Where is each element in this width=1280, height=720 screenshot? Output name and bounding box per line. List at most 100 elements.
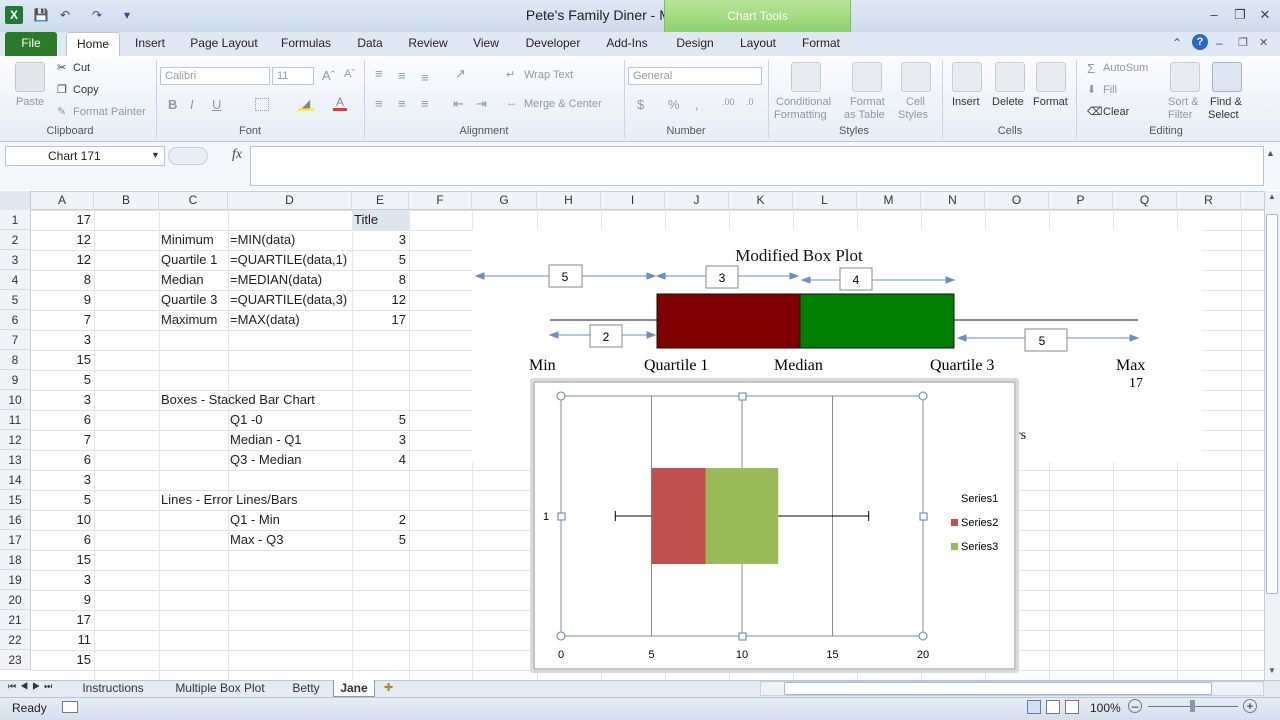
tab-developer[interactable]: Developer <box>520 32 586 56</box>
font-color-icon[interactable]: A <box>333 95 347 111</box>
column-header-i[interactable]: I <box>601 191 665 210</box>
row-header-8[interactable]: 8 <box>0 350 31 370</box>
cell-styles-icon[interactable] <box>901 62 931 92</box>
cell-e3[interactable]: 5 <box>352 250 409 270</box>
column-header-e[interactable]: E <box>352 191 409 210</box>
clear-button[interactable]: Clear <box>1103 106 1129 118</box>
tab-formulas[interactable]: Formulas <box>274 32 338 56</box>
column-header-m[interactable]: M <box>857 191 921 210</box>
doc-restore-icon[interactable]: ❐ <box>1238 36 1248 49</box>
orientation-icon[interactable]: ↗ <box>455 66 466 82</box>
cell-e4[interactable]: 8 <box>352 270 409 290</box>
selection-handle[interactable] <box>738 392 747 401</box>
cell-c6[interactable]: Maximum <box>161 310 217 330</box>
column-header-j[interactable]: J <box>665 191 729 210</box>
cell-a14[interactable]: 3 <box>31 470 94 490</box>
row-header-21[interactable]: 21 <box>0 610 31 630</box>
decrease-decimal-icon[interactable]: .0 <box>746 97 754 107</box>
autosum-button[interactable]: AutoSum <box>1103 62 1148 74</box>
row-header-22[interactable]: 22 <box>0 630 31 650</box>
underline-icon[interactable]: U <box>212 97 221 112</box>
collapse-ribbon-icon[interactable]: ⌃ <box>1172 36 1182 50</box>
cell-e2[interactable]: 3 <box>352 230 409 250</box>
undo-icon[interactable]: ↶ <box>56 6 74 24</box>
tab-insert[interactable]: Insert <box>128 32 172 56</box>
column-header-d[interactable]: D <box>228 191 352 210</box>
column-header-k[interactable]: K <box>729 191 793 210</box>
doc-minimize-icon[interactable]: – <box>1216 36 1223 50</box>
align-right-icon[interactable]: ≡ <box>421 96 429 111</box>
cell-d11[interactable]: Q1 -0 <box>230 410 263 430</box>
shrink-font-icon[interactable]: Aˇ <box>344 68 355 80</box>
format-painter-button[interactable]: Format Painter <box>73 106 146 118</box>
sheet-tab-betty[interactable]: Betty <box>282 680 330 697</box>
cell-a4[interactable]: 8 <box>31 270 94 290</box>
cell-a19[interactable]: 3 <box>31 570 94 590</box>
cut-icon[interactable]: ✂ <box>57 61 66 74</box>
column-header-f[interactable]: F <box>409 191 472 210</box>
cell-e17[interactable]: 5 <box>352 530 409 550</box>
row-header-19[interactable]: 19 <box>0 570 31 590</box>
bar-series2[interactable] <box>651 468 706 564</box>
cell-d3[interactable]: =QUARTILE(data,1) <box>230 250 347 270</box>
conditional-formatting-button[interactable]: Conditional <box>776 96 831 108</box>
cell-a2[interactable]: 12 <box>31 230 94 250</box>
fill-button[interactable]: Fill <box>1103 84 1117 96</box>
copy-button[interactable]: Copy <box>73 84 99 96</box>
sheet-tab-multiple-box-plot[interactable]: Multiple Box Plot <box>160 680 280 697</box>
cell-a22[interactable]: 11 <box>31 630 94 650</box>
cell-d2[interactable]: =MIN(data) <box>230 230 295 250</box>
format-cells-button[interactable]: Format <box>1033 96 1068 108</box>
column-header-b[interactable]: B <box>94 191 159 210</box>
conditional-formatting-icon[interactable] <box>791 62 821 92</box>
tab-file[interactable]: File <box>5 32 57 56</box>
select-all-corner[interactable] <box>0 191 31 210</box>
comma-icon[interactable]: , <box>695 97 699 112</box>
page-layout-view-icon[interactable] <box>1046 700 1060 714</box>
cell-e5[interactable]: 12 <box>352 290 409 310</box>
row-header-17[interactable]: 17 <box>0 530 31 550</box>
cell-d6[interactable]: =MAX(data) <box>230 310 300 330</box>
tab-design[interactable]: Design <box>668 32 722 56</box>
cell-c5[interactable]: Quartile 3 <box>161 290 217 310</box>
zoom-level[interactable]: 100% <box>1090 701 1121 715</box>
cell-a17[interactable]: 6 <box>31 530 94 550</box>
sort-filter-button[interactable]: Sort & <box>1168 96 1199 108</box>
insert-sheet-icon[interactable]: ✚ <box>384 681 393 694</box>
row-header-20[interactable]: 20 <box>0 590 31 610</box>
formula-divider-handle[interactable] <box>168 147 208 165</box>
column-header-l[interactable]: L <box>793 191 857 210</box>
column-header-q[interactable]: Q <box>1113 191 1177 210</box>
cell-a20[interactable]: 9 <box>31 590 94 610</box>
row-header-5[interactable]: 5 <box>0 290 31 310</box>
formula-input[interactable] <box>250 146 1264 186</box>
font-size-select[interactable]: 11 <box>272 67 314 85</box>
tab-page-layout[interactable]: Page Layout <box>184 32 264 56</box>
paste-button[interactable]: Paste <box>16 96 44 108</box>
page-break-view-icon[interactable] <box>1065 700 1079 714</box>
merge-icon[interactable]: ↔ <box>506 97 517 109</box>
macro-record-icon[interactable] <box>62 701 78 713</box>
align-bottom-icon[interactable]: ≡ <box>421 70 429 85</box>
borders-icon[interactable] <box>255 98 269 111</box>
zoom-out-icon[interactable]: – <box>1128 699 1142 713</box>
cell-d16[interactable]: Q1 - Min <box>230 510 280 530</box>
horizontal-scroll-thumb[interactable] <box>784 682 1212 695</box>
column-header-n[interactable]: N <box>921 191 985 210</box>
insert-function-icon[interactable]: fx <box>232 147 242 163</box>
fill-color-icon[interactable]: ◢ <box>298 97 314 111</box>
cell-d17[interactable]: Max - Q3 <box>230 530 283 550</box>
row-header-12[interactable]: 12 <box>0 430 31 450</box>
scroll-up-icon[interactable]: ▲ <box>1268 192 1276 201</box>
row-header-14[interactable]: 14 <box>0 470 31 490</box>
tab-home[interactable]: Home <box>66 32 120 56</box>
cell-c3[interactable]: Quartile 1 <box>161 250 217 270</box>
scroll-down-icon[interactable]: ▼ <box>1268 666 1276 675</box>
row-header-23[interactable]: 23 <box>0 650 31 670</box>
cell-a11[interactable]: 6 <box>31 410 94 430</box>
expand-formula-icon[interactable]: ▲ <box>1266 148 1275 158</box>
column-header-o[interactable]: O <box>985 191 1049 210</box>
cell-styles-button[interactable]: Cell <box>906 96 925 108</box>
find-select-button[interactable]: Find & <box>1210 96 1242 108</box>
row-header-15[interactable]: 15 <box>0 490 31 510</box>
